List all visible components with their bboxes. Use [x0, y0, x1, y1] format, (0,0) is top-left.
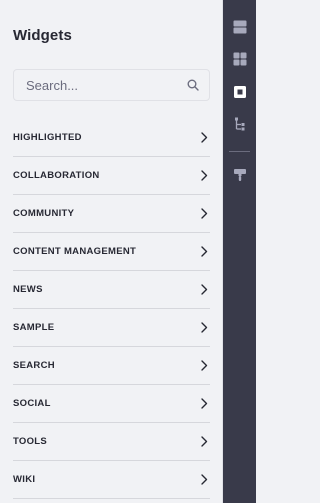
content-tree-button[interactable] [223, 112, 256, 140]
category-label: CONTENT MANAGEMENT [13, 246, 137, 257]
chevron-right-icon [201, 436, 210, 447]
page-structure-button[interactable] [223, 80, 256, 108]
category-label: NEWS [13, 284, 43, 295]
search-box [13, 69, 210, 101]
chevron-right-icon [201, 322, 210, 333]
chevron-right-icon [201, 170, 210, 181]
search-input[interactable] [26, 77, 187, 93]
look-and-feel-button[interactable] [223, 163, 256, 191]
chevron-right-icon [201, 474, 210, 485]
chevron-right-icon [201, 398, 210, 409]
chevron-right-icon [201, 360, 210, 371]
fragments-icon [233, 20, 247, 39]
widgets-button[interactable] [223, 47, 256, 75]
look-and-feel-icon [233, 168, 247, 187]
category-news[interactable]: NEWS [13, 271, 210, 309]
category-tools[interactable]: TOOLS [13, 423, 210, 461]
widgets-icon [233, 52, 247, 71]
chevron-right-icon [201, 132, 210, 143]
category-label: COMMUNITY [13, 208, 75, 219]
category-content-management[interactable]: CONTENT MANAGEMENT [13, 233, 210, 271]
category-label: TOOLS [13, 436, 48, 447]
fragments-button[interactable] [223, 15, 256, 43]
page-structure-icon [233, 85, 247, 104]
category-label: COLLABORATION [13, 170, 100, 181]
category-label: SAMPLE [13, 322, 55, 333]
widgets-panel: Widgets HIGHLIGHTED COLLABORATION COMMUN… [0, 0, 223, 503]
sidebar-rail [223, 0, 256, 503]
search-icon[interactable] [187, 79, 199, 91]
category-label: HIGHLIGHTED [13, 132, 82, 143]
rail-divider [229, 151, 250, 152]
category-sample[interactable]: SAMPLE [13, 309, 210, 347]
content-tree-icon [233, 117, 247, 136]
widget-categories: HIGHLIGHTED COLLABORATION COMMUNITY CONT… [13, 119, 210, 499]
category-wiki[interactable]: WIKI [13, 461, 210, 499]
category-label: WIKI [13, 474, 36, 485]
category-label: SOCIAL [13, 398, 51, 409]
category-community[interactable]: COMMUNITY [13, 195, 210, 233]
category-search[interactable]: SEARCH [13, 347, 210, 385]
category-label: SEARCH [13, 360, 55, 371]
chevron-right-icon [201, 284, 210, 295]
chevron-right-icon [201, 208, 210, 219]
page-editor-sidebar: Widgets HIGHLIGHTED COLLABORATION COMMUN… [0, 0, 256, 503]
category-social[interactable]: SOCIAL [13, 385, 210, 423]
panel-title: Widgets [13, 27, 72, 44]
chevron-right-icon [201, 246, 210, 257]
category-collaboration[interactable]: COLLABORATION [13, 157, 210, 195]
category-highlighted[interactable]: HIGHLIGHTED [13, 119, 210, 157]
